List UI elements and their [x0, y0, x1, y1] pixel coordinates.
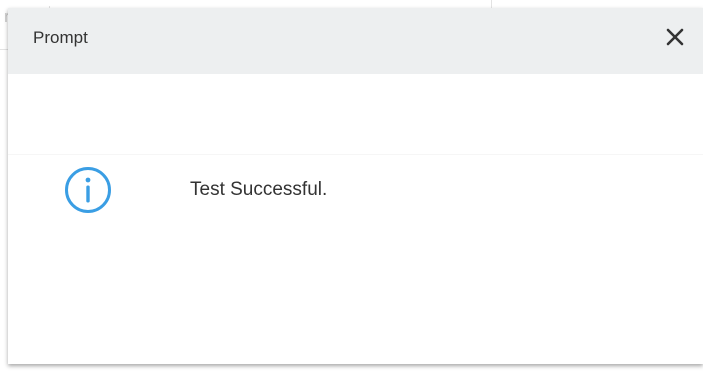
prompt-dialog: Prompt Test Successful. [8, 8, 703, 364]
dialog-header: Prompt [8, 8, 703, 74]
dialog-title: Prompt [33, 28, 88, 47]
close-icon [666, 28, 684, 46]
close-button[interactable] [664, 26, 686, 48]
info-icon [65, 167, 111, 213]
dialog-message: Test Successful. [190, 179, 328, 200]
content-divider [8, 154, 703, 155]
screen: rt. •389 Prompt Test Successful. [0, 0, 703, 371]
